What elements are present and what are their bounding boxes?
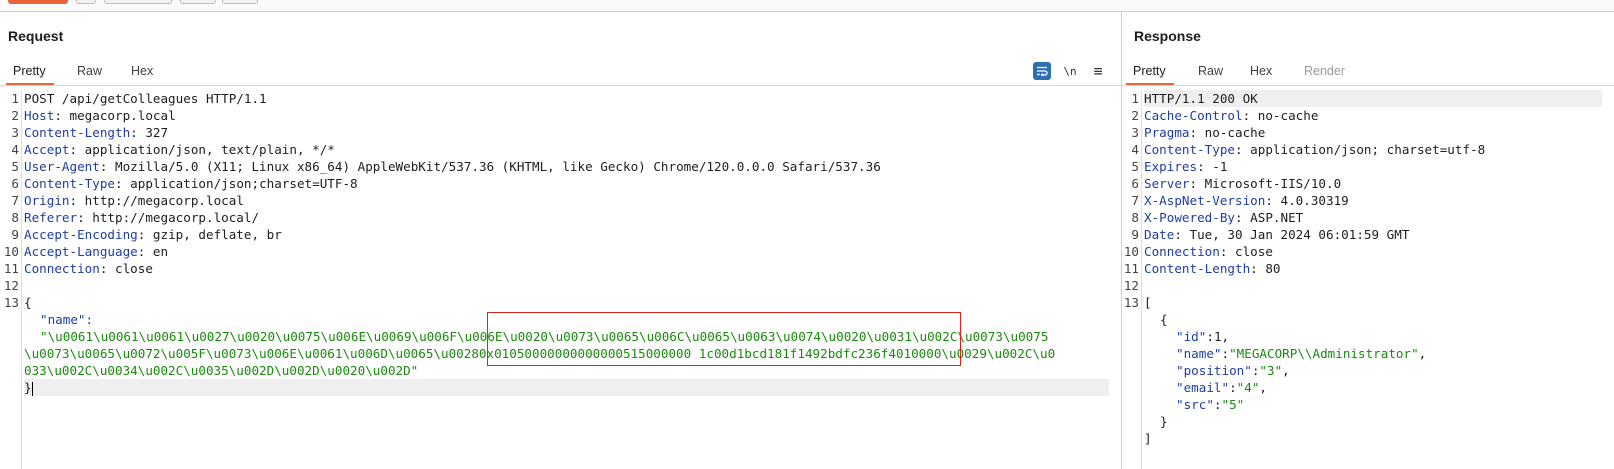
toolbar-button[interactable] (180, 0, 216, 4)
header-line: Content-Type: application/json;charset=U… (24, 176, 358, 191)
json-field: "src":"5" (1176, 397, 1245, 412)
empty-line (24, 277, 1109, 294)
tab-hex[interactable]: Hex (1250, 64, 1272, 78)
response-code: HTTP/1.1 200 OK Cache-Control: no-cache … (1144, 90, 1602, 447)
body-close-brace: } (24, 379, 1109, 396)
highlight-box (487, 312, 961, 366)
json-object-close: } (1160, 414, 1168, 429)
tab-raw[interactable]: Raw (77, 64, 102, 78)
tab-hex[interactable]: Hex (131, 64, 153, 78)
request-title: Request (8, 28, 64, 44)
header-line: Referer: http://megacorp.local/ (24, 210, 260, 225)
json-array-close: ] (1144, 431, 1152, 446)
json-object-open: { (1160, 312, 1168, 327)
header-line: User-Agent: Mozilla/5.0 (X11; Linux x86_… (24, 159, 881, 174)
tab-pretty[interactable]: Pretty (13, 64, 46, 78)
toolbar-button[interactable] (104, 0, 172, 4)
json-field: "id":1, (1176, 329, 1230, 344)
response-title: Response (1134, 28, 1201, 44)
header-line: Date: Tue, 30 Jan 2024 06:01:59 GMT (1144, 227, 1410, 242)
header-line: X-AspNet-Version: 4.0.30319 (1144, 193, 1349, 208)
status-line: HTTP/1.1 200 OK (1144, 90, 1602, 107)
top-toolbar (0, 0, 1614, 12)
request-editor[interactable]: 1 2 3 4 5 6 7 8 9 10 11 12 13 POST /api/… (0, 86, 1121, 469)
header-line: Connection: close (1144, 244, 1273, 259)
json-field: "name":"MEGACORP\\Administrator", (1176, 346, 1427, 361)
json-field: "position":"3", (1176, 363, 1290, 378)
toolbar-button[interactable] (76, 0, 96, 4)
header-line: Accept: application/json, text/plain, */… (24, 142, 335, 157)
active-tab-indicator (6, 83, 54, 85)
body-open-brace: { (24, 295, 32, 310)
toolbar-button[interactable] (222, 0, 258, 4)
header-line: Connection: close (24, 261, 153, 276)
header-line: Pragma: no-cache (1144, 125, 1266, 140)
header-line: Cache-Control: no-cache (1144, 108, 1319, 123)
header-line: Accept-Language: en (24, 244, 169, 259)
response-tabs: Pretty Raw Hex Render (1122, 53, 1614, 86)
json-array-open: [ (1144, 295, 1152, 310)
request-line: POST /api/getColleagues HTTP/1.1 (24, 91, 267, 106)
header-line: Host: megacorp.local (24, 108, 176, 123)
header-line: Accept-Encoding: gzip, deflate, br (24, 227, 282, 242)
request-tabs: Pretty Raw Hex (0, 53, 1121, 86)
send-button[interactable] (8, 0, 68, 4)
header-line: Content-Length: 327 (24, 125, 169, 140)
response-editor[interactable]: 1 2 3 4 5 6 7 8 9 10 11 12 13 HTTP/1.1 2… (1122, 86, 1614, 469)
menu-icon[interactable]: ≡ (1089, 62, 1107, 80)
request-pane: Request Pretty Raw Hex \n ≡ 1 2 3 4 5 6 … (0, 12, 1121, 469)
tab-pretty[interactable]: Pretty (1133, 64, 1166, 78)
tab-render[interactable]: Render (1304, 64, 1345, 78)
response-line-numbers: 1 2 3 4 5 6 7 8 9 10 11 12 13 (1122, 90, 1142, 469)
tab-raw[interactable]: Raw (1198, 64, 1223, 78)
header-line: Content-Type: application/json; charset=… (1144, 142, 1486, 157)
header-line: Expires: -1 (1144, 159, 1228, 174)
editor-tools: \n ≡ (1033, 62, 1107, 80)
empty-line (1144, 277, 1602, 294)
header-line: Content-Length: 80 (1144, 261, 1281, 276)
active-tab-indicator (1126, 83, 1174, 85)
text-caret (31, 381, 33, 396)
request-line-numbers: 1 2 3 4 5 6 7 8 9 10 11 12 13 (0, 90, 22, 469)
json-field: "email":"4", (1176, 380, 1268, 395)
response-pane: Response Pretty Raw Hex Render 1 2 3 4 5… (1122, 12, 1614, 469)
header-line: Origin: http://megacorp.local (24, 193, 244, 208)
header-line: X-Powered-By: ASP.NET (1144, 210, 1304, 225)
word-wrap-icon[interactable] (1033, 62, 1051, 80)
newline-icon[interactable]: \n (1061, 62, 1079, 80)
header-line: Server: Microsoft-IIS/10.0 (1144, 176, 1342, 191)
